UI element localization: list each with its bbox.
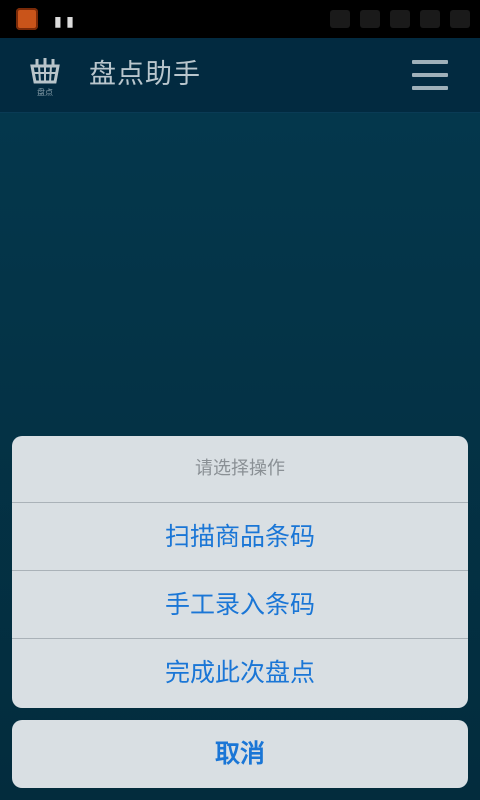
- hamburger-line: [412, 73, 448, 77]
- status-bar: ▮ ▮: [0, 0, 480, 38]
- hamburger-line: [412, 86, 448, 90]
- battery-icon: [420, 10, 440, 28]
- logo-caption: 盘点: [37, 88, 53, 97]
- scan-barcode-button[interactable]: 扫描商品条码: [12, 503, 468, 571]
- finish-inventory-button[interactable]: 完成此次盘点: [12, 639, 468, 708]
- basket-logo-icon: 盘点: [28, 56, 62, 102]
- action-sheet: 请选择操作 扫描商品条码 手工录入条码 完成此次盘点: [12, 436, 468, 708]
- menu-button[interactable]: [412, 60, 448, 90]
- app-notification-icon: [16, 8, 38, 30]
- wifi-icon: [360, 10, 380, 28]
- status-indicators: ▮ ▮: [54, 14, 74, 30]
- app-header: 盘点 盘点助手: [0, 38, 480, 113]
- signal-icon: [330, 10, 350, 28]
- cancel-button[interactable]: 取消: [12, 720, 468, 788]
- page-title: 盘点助手: [89, 59, 201, 90]
- alarm-icon: [390, 10, 410, 28]
- clock-icon: [450, 10, 470, 28]
- action-sheet-title: 请选择操作: [12, 436, 468, 503]
- manual-entry-button[interactable]: 手工录入条码: [12, 571, 468, 639]
- status-icons: [220, 8, 470, 30]
- hamburger-menu-icon: [412, 60, 448, 64]
